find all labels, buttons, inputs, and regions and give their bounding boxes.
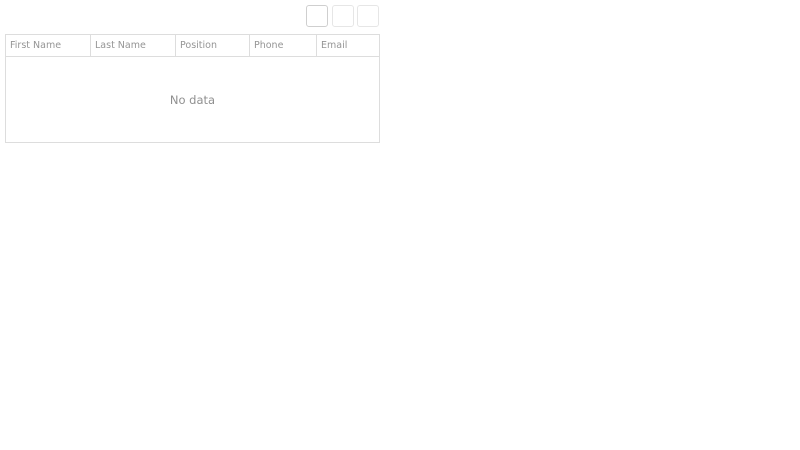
data-grid: First Name Last Name Position Phone Emai… bbox=[5, 34, 380, 143]
column-header-email[interactable]: Email bbox=[317, 35, 379, 56]
cancel-changes-button[interactable] bbox=[357, 5, 379, 27]
column-header-position[interactable]: Position bbox=[176, 35, 250, 56]
column-header-last-name[interactable]: Last Name bbox=[91, 35, 176, 56]
no-data-message: No data bbox=[169, 93, 216, 107]
column-header-phone[interactable]: Phone bbox=[250, 35, 317, 56]
grid-toolbar bbox=[5, 5, 380, 28]
add-row-button[interactable] bbox=[306, 5, 328, 27]
grid-header-row: First Name Last Name Position Phone Emai… bbox=[6, 35, 379, 57]
data-grid-container: First Name Last Name Position Phone Emai… bbox=[5, 5, 380, 143]
grid-body: No data bbox=[6, 57, 379, 143]
column-header-first-name[interactable]: First Name bbox=[6, 35, 91, 56]
save-changes-button[interactable] bbox=[332, 5, 354, 27]
